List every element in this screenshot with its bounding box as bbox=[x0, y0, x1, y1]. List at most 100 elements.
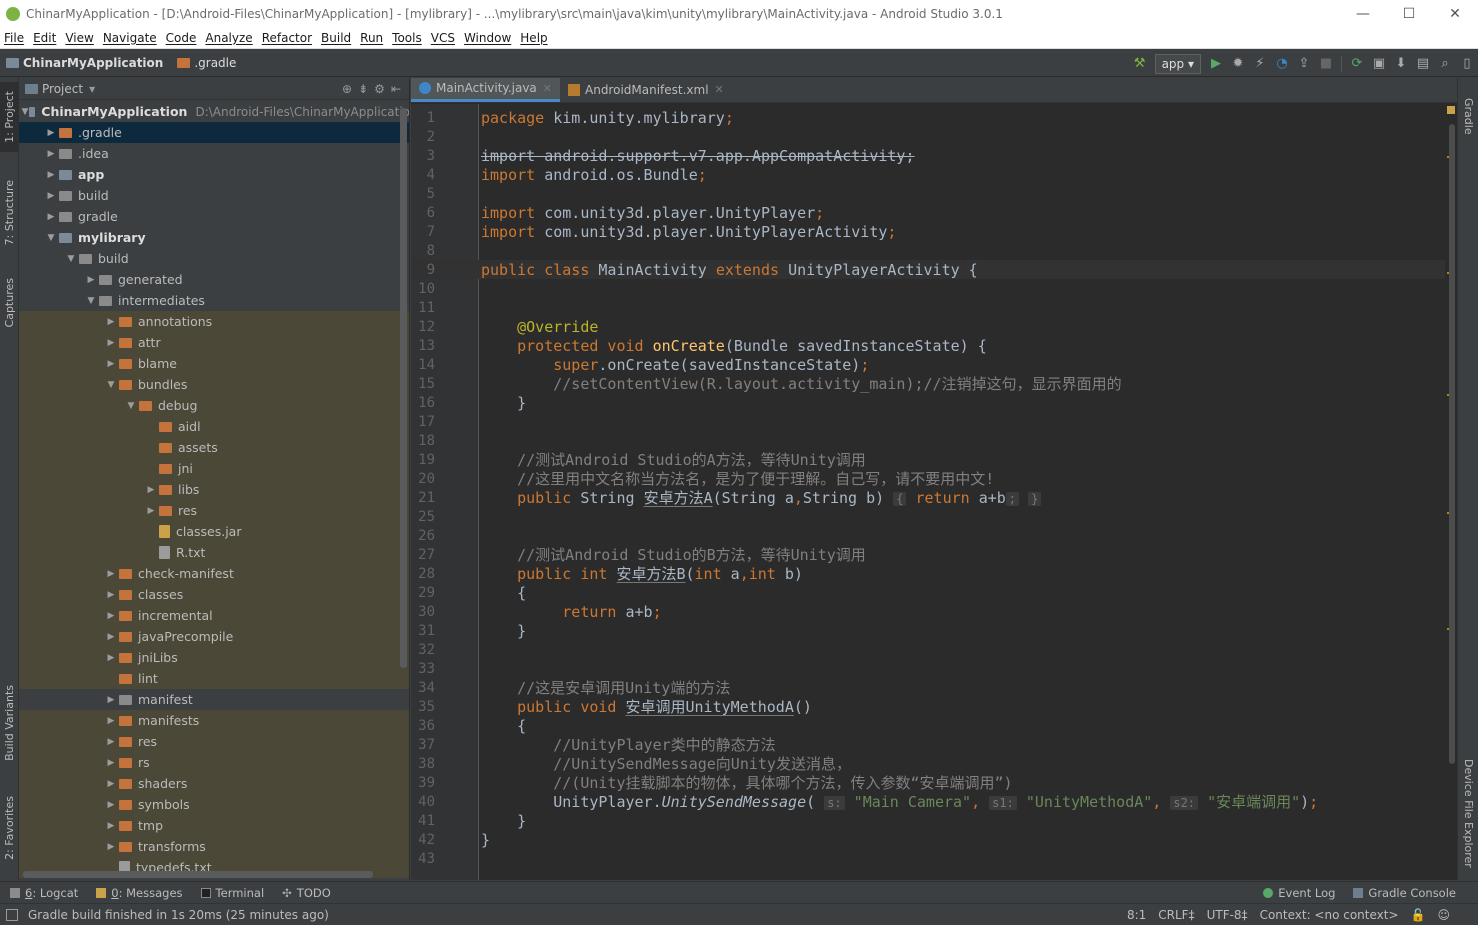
tree-vertical-scrollbar[interactable] bbox=[400, 108, 407, 668]
chevron-right-icon[interactable]: ▶ bbox=[103, 653, 119, 663]
tree-item[interactable]: ▼ debug bbox=[19, 395, 409, 416]
stop-icon[interactable]: ■ bbox=[1315, 53, 1337, 75]
tab-messages[interactable]: 0: Messages bbox=[86, 886, 190, 900]
attach-debugger-icon[interactable]: ⇪ bbox=[1293, 53, 1315, 75]
close-tab-icon[interactable]: ✕ bbox=[543, 82, 552, 95]
help-icon[interactable]: ▯ bbox=[1456, 53, 1478, 75]
tree-item[interactable]: ▶ res bbox=[19, 500, 409, 521]
tree-item[interactable]: assets bbox=[19, 437, 409, 458]
menu-edit[interactable]: Edit bbox=[29, 31, 61, 45]
tree-item[interactable]: ▶ classes bbox=[19, 584, 409, 605]
project-structure-icon[interactable]: ▤ bbox=[1412, 53, 1434, 75]
menu-analyze[interactable]: Analyze bbox=[201, 31, 257, 45]
menu-file[interactable]: File bbox=[0, 31, 29, 45]
tab-terminal[interactable]: Terminal bbox=[191, 886, 273, 900]
tab-todo[interactable]: ✣ TODO bbox=[272, 886, 339, 900]
chevron-right-icon[interactable]: ▶ bbox=[103, 590, 119, 600]
menu-build[interactable]: Build bbox=[317, 31, 356, 45]
lock-icon[interactable]: 🔓 bbox=[1411, 908, 1426, 922]
tree-item[interactable]: ▼ intermediates bbox=[19, 290, 409, 311]
tree-item[interactable]: ▶ shaders bbox=[19, 773, 409, 794]
chevron-right-icon[interactable]: ▶ bbox=[103, 695, 119, 705]
editor-tab[interactable]: AndroidManifest.xml ✕ bbox=[560, 78, 732, 102]
chevron-down-icon[interactable]: ▼ bbox=[83, 296, 99, 306]
tree-item[interactable]: ▶ build bbox=[19, 185, 409, 206]
avd-manager-icon[interactable]: ▣ bbox=[1368, 53, 1390, 75]
caret-position[interactable]: 8:1 bbox=[1127, 908, 1146, 922]
tab-build-variants[interactable]: Build Variants bbox=[0, 678, 19, 768]
tab-gradle-console[interactable]: Gradle Console bbox=[1343, 886, 1478, 900]
chevron-right-icon[interactable]: ▶ bbox=[103, 758, 119, 768]
chevron-right-icon[interactable]: ▶ bbox=[103, 842, 119, 852]
tree-item[interactable]: ▶ annotations bbox=[19, 311, 409, 332]
chevron-right-icon[interactable]: ▶ bbox=[103, 779, 119, 789]
editor-tab[interactable]: MainActivity.java ✕ bbox=[411, 78, 560, 102]
tree-item[interactable]: ▶ check-manifest bbox=[19, 563, 409, 584]
gear-icon[interactable]: ⚙ bbox=[374, 82, 385, 96]
menu-vcs[interactable]: VCS bbox=[427, 31, 460, 45]
chevron-right-icon[interactable]: ▶ bbox=[103, 338, 119, 348]
warning-status-icon[interactable] bbox=[1447, 106, 1455, 114]
apply-changes-icon[interactable]: ⚡ bbox=[1249, 53, 1271, 75]
file-encoding[interactable]: UTF-8‡ bbox=[1207, 908, 1248, 922]
run-icon[interactable]: ▶ bbox=[1205, 53, 1227, 75]
tree-item[interactable]: ▼ ChinarMyApplication D:\Android-Files\Chi… bbox=[19, 101, 409, 122]
chevron-down-icon[interactable]: ▼ bbox=[63, 254, 79, 264]
tree-item[interactable]: ▼ bundles bbox=[19, 374, 409, 395]
tree-item[interactable]: ▶ .gradle bbox=[19, 122, 409, 143]
tree-item[interactable]: ▶ rs bbox=[19, 752, 409, 773]
tree-item[interactable]: ▼ build bbox=[19, 248, 409, 269]
tree-item[interactable]: jni bbox=[19, 458, 409, 479]
chevron-right-icon[interactable]: ▶ bbox=[43, 149, 59, 159]
chevron-right-icon[interactable]: ▶ bbox=[43, 128, 59, 138]
project-view-select[interactable]: Project bbox=[42, 82, 83, 96]
toggle-tool-windows-icon[interactable] bbox=[6, 909, 18, 921]
chevron-right-icon[interactable]: ▶ bbox=[43, 170, 59, 180]
tab-captures[interactable]: Captures bbox=[0, 268, 19, 338]
tree-item[interactable]: ▶ manifests bbox=[19, 710, 409, 731]
tree-item[interactable]: ▶ blame bbox=[19, 353, 409, 374]
tree-item[interactable]: ▶ javaPrecompile bbox=[19, 626, 409, 647]
tree-item[interactable]: ▶ res bbox=[19, 731, 409, 752]
tree-item[interactable]: ▶ generated bbox=[19, 269, 409, 290]
chevron-down-icon[interactable]: ▼ bbox=[103, 380, 119, 390]
tree-item[interactable]: ▶ transforms bbox=[19, 836, 409, 857]
close-tab-icon[interactable]: ✕ bbox=[715, 83, 724, 96]
tree-item[interactable]: R.txt bbox=[19, 542, 409, 563]
tab-structure[interactable]: 7: Structure bbox=[0, 170, 19, 256]
chevron-right-icon[interactable]: ▶ bbox=[103, 821, 119, 831]
tab-logcat[interactable]: 6: Logcat bbox=[0, 886, 86, 900]
chevron-down-icon[interactable]: ▼ bbox=[43, 233, 59, 243]
chevron-right-icon[interactable]: ▶ bbox=[43, 212, 59, 222]
run-config-select[interactable]: app ▾ bbox=[1154, 53, 1201, 74]
tree-item[interactable]: ▶ symbols bbox=[19, 794, 409, 815]
menu-code[interactable]: Code bbox=[162, 31, 202, 45]
chevron-right-icon[interactable]: ▶ bbox=[43, 191, 59, 201]
tree-item[interactable]: ▶ tmp bbox=[19, 815, 409, 836]
chevron-down-icon[interactable]: ▼ bbox=[123, 401, 139, 411]
chevron-right-icon[interactable]: ▶ bbox=[103, 632, 119, 642]
debug-icon[interactable]: ✹ bbox=[1227, 53, 1249, 75]
menu-help[interactable]: Help bbox=[516, 31, 552, 45]
tab-favorites[interactable]: 2: Favorites bbox=[0, 788, 19, 868]
locate-file-icon[interactable]: ⊕ bbox=[342, 82, 352, 96]
chevron-right-icon[interactable]: ▶ bbox=[143, 506, 159, 516]
tab-device-file-explorer[interactable]: Device File Explorer bbox=[1458, 748, 1478, 878]
chevron-down-icon[interactable]: ▼ bbox=[21, 107, 29, 117]
sync-gradle-icon[interactable]: ⟳ bbox=[1346, 53, 1368, 75]
chevron-right-icon[interactable]: ▶ bbox=[103, 800, 119, 810]
sdk-manager-icon[interactable]: ⬇ bbox=[1390, 53, 1412, 75]
chevron-right-icon[interactable]: ▶ bbox=[103, 611, 119, 621]
minimize-button[interactable]: — bbox=[1340, 0, 1386, 27]
tree-item[interactable]: ▶ libs bbox=[19, 479, 409, 500]
maximize-button[interactable]: ☐ bbox=[1386, 0, 1432, 27]
menu-window[interactable]: Window bbox=[460, 31, 516, 45]
chevron-right-icon[interactable]: ▶ bbox=[143, 485, 159, 495]
menu-run[interactable]: Run bbox=[356, 31, 388, 45]
chevron-right-icon[interactable]: ▶ bbox=[103, 359, 119, 369]
chevron-right-icon[interactable]: ▶ bbox=[103, 317, 119, 327]
tree-item[interactable]: classes.jar bbox=[19, 521, 409, 542]
line-separator[interactable]: CRLF‡ bbox=[1158, 908, 1194, 922]
editor-scrollbar[interactable] bbox=[1449, 124, 1455, 764]
chevron-down-icon[interactable]: ▾ bbox=[89, 82, 95, 96]
